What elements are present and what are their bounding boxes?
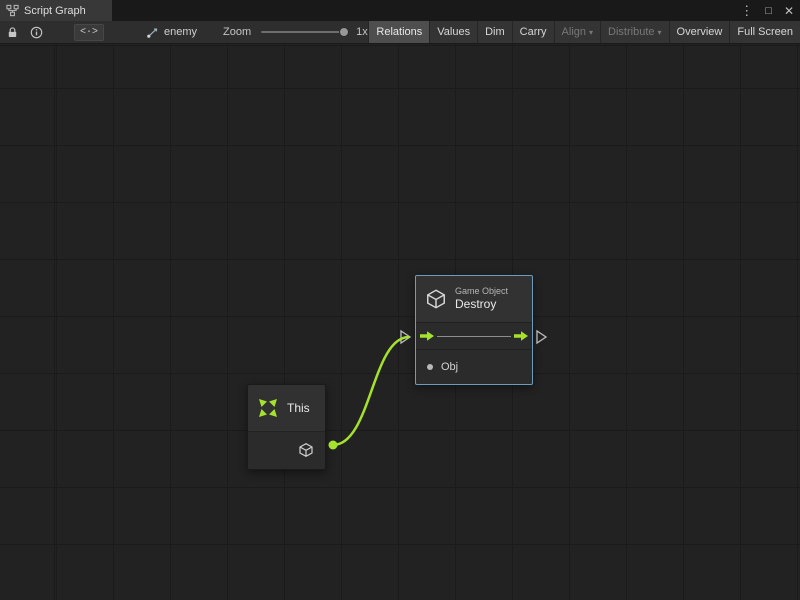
port-label-obj: Obj (441, 361, 458, 373)
destroy-control-output-port[interactable] (537, 331, 546, 343)
cube-icon (425, 288, 447, 310)
toolbar-button-overview[interactable]: Overview (669, 21, 730, 43)
toolbar-button-group: Relations Values Dim Carry Align ▾ Distr… (368, 21, 800, 43)
script-graph-icon (146, 26, 159, 39)
toolbar-button-values[interactable]: Values (429, 21, 477, 43)
flow-input-arrow-icon[interactable] (419, 330, 435, 342)
connection-wire[interactable] (333, 337, 409, 445)
zoom-label: Zoom (223, 21, 251, 43)
tab-title: Script Graph (24, 5, 86, 17)
node-destroy[interactable]: Game Object Destroy Obj (415, 275, 533, 385)
graph-toolbar: <·> enemy Zoom 1x Relations Values Dim C… (0, 21, 800, 44)
flow-output-arrow-icon[interactable] (513, 330, 529, 342)
toolbar-button-dim[interactable]: Dim (477, 21, 512, 43)
cube-icon (298, 442, 314, 458)
graph-canvas[interactable]: Game Object Destroy Obj (0, 44, 800, 600)
node-this-header: This (248, 385, 325, 432)
this-output-port-dot[interactable] (329, 441, 338, 450)
info-icon (30, 26, 43, 39)
toolbar-button-carry[interactable]: Carry (512, 21, 554, 43)
info-button[interactable] (24, 21, 48, 43)
node-title: This (287, 401, 310, 415)
value-port-dot[interactable] (427, 364, 433, 370)
toolbar-button-fullscreen[interactable]: Full Screen (729, 21, 800, 43)
code-toggle-button[interactable]: <·> (74, 24, 104, 41)
graph-tab-icon (6, 4, 19, 17)
this-icon (256, 396, 280, 420)
toolbar-button-distribute[interactable]: Distribute ▾ (600, 21, 668, 43)
relation-line (437, 336, 511, 337)
zoom-slider[interactable] (261, 31, 347, 33)
tab-script-graph[interactable]: Script Graph (0, 0, 112, 21)
destroy-control-input-port[interactable] (401, 331, 410, 343)
lock-button[interactable] (0, 21, 24, 43)
node-obj-row: Obj (416, 350, 532, 384)
chevron-down-icon: ▾ (589, 28, 593, 37)
chevron-down-icon: ▾ (658, 28, 662, 37)
window-tab-bar: Script Graph ⋮ □ ✕ (0, 0, 800, 21)
close-icon[interactable]: ✕ (778, 4, 800, 18)
zoom-slider-knob[interactable] (339, 27, 349, 37)
maximize-icon[interactable]: □ (759, 5, 778, 17)
graph-name-label: enemy (164, 26, 197, 38)
kebab-menu-icon[interactable]: ⋮ (734, 3, 759, 19)
graph-breadcrumb-enemy[interactable]: enemy (146, 21, 197, 43)
lock-icon (6, 26, 19, 39)
node-subtitle: Game Object (455, 286, 508, 297)
toolbar-button-relations[interactable]: Relations (368, 21, 429, 43)
toolbar-button-align[interactable]: Align ▾ (554, 21, 600, 43)
node-flow-row (416, 323, 532, 350)
node-this[interactable]: This (247, 384, 326, 470)
zoom-value: 1x (356, 21, 368, 43)
node-destroy-header: Game Object Destroy (416, 276, 532, 323)
node-this-body (248, 432, 325, 469)
node-title: Destroy (455, 297, 508, 312)
